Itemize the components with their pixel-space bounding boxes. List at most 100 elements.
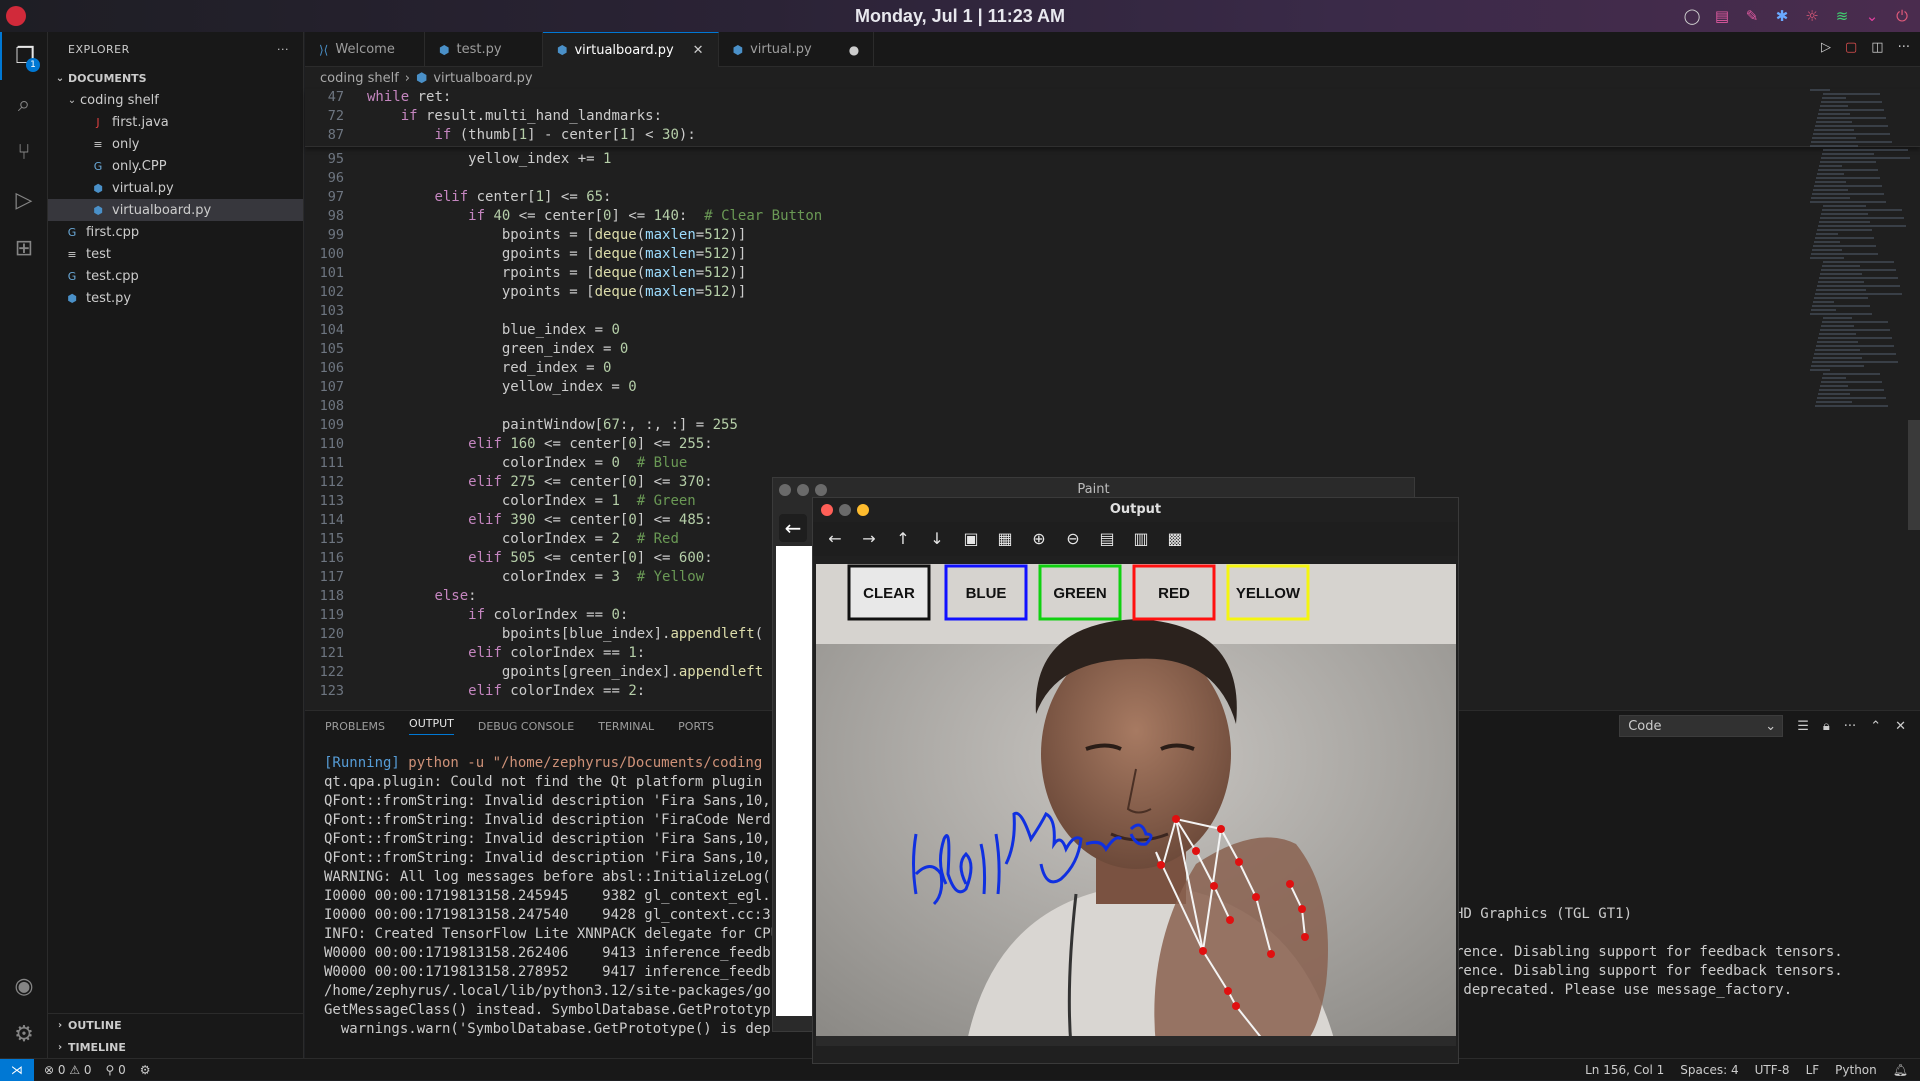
remote-icon[interactable]: ⋊ — [0, 1058, 34, 1081]
distro-logo-icon[interactable] — [6, 6, 26, 26]
source-control-icon[interactable]: ⑂ — [0, 128, 48, 176]
account-icon[interactable]: ◉ — [0, 962, 48, 1010]
bluetooth-icon[interactable]: ✱ — [1772, 6, 1792, 26]
tree-item[interactable]: Gtest.cpp — [48, 265, 303, 287]
problems-count[interactable]: ⊗ 0 ⚠ 0 — [44, 1063, 92, 1077]
code-line[interactable]: 100 gpoints = [deque(maxlen=512)] — [305, 246, 1920, 265]
code-line[interactable]: 87 if (thumb[1] - center[1] < 30): — [305, 127, 1920, 146]
wifi-icon[interactable]: ≋ — [1832, 6, 1852, 26]
more-actions-icon[interactable]: ··· — [1844, 719, 1856, 734]
cursor-position[interactable]: Ln 156, Col 1 — [1585, 1063, 1664, 1077]
arrow-left-icon[interactable]: ← — [823, 527, 847, 551]
code-line[interactable]: 97 elif center[1] <= 65: — [305, 189, 1920, 208]
output-titlebar[interactable]: Output — [813, 498, 1458, 522]
run-debug-icon[interactable]: ▷ — [0, 176, 48, 224]
code-line[interactable]: 98 if 40 <= center[0] <= 140: # Clear Bu… — [305, 208, 1920, 227]
code-line[interactable]: 104 blue_index = 0 — [305, 322, 1920, 341]
tree-item[interactable]: ≡ test — [48, 243, 303, 265]
folder-coding-shelf[interactable]: ⌄ coding shelf — [48, 89, 303, 111]
more-actions-icon[interactable]: ··· — [277, 43, 289, 56]
arrow-down-icon[interactable]: ↓ — [925, 527, 949, 551]
bug-icon[interactable]: ☼ — [1802, 6, 1822, 26]
code-line[interactable]: 103 — [305, 303, 1920, 322]
code-line[interactable]: 99 bpoints = [deque(maxlen=512)] — [305, 227, 1920, 246]
section-outline[interactable]: › OUTLINE — [48, 1014, 303, 1036]
tab-welcome[interactable]: ⟩⟨ Welcome — [305, 32, 425, 67]
maximize-window-icon[interactable] — [857, 504, 869, 516]
close-icon[interactable]: ✕ — [693, 43, 704, 58]
unsaved-dot-icon[interactable]: ● — [849, 43, 859, 57]
ports-count[interactable]: ⚲ 0 — [106, 1063, 126, 1077]
section-documents[interactable]: ⌄ DOCUMENTS — [48, 67, 303, 89]
maximize-window-icon[interactable] — [815, 484, 827, 496]
close-window-icon[interactable] — [779, 484, 791, 496]
minimize-window-icon[interactable] — [797, 484, 809, 496]
tab-debug-console[interactable]: DEBUG CONSOLE — [478, 720, 574, 733]
clipboard-icon[interactable]: ▥ — [1129, 527, 1153, 551]
output-channel-select[interactable]: Code ⌄ — [1619, 715, 1784, 737]
tree-item[interactable]: ≡ only — [48, 133, 303, 155]
zoom-in-icon[interactable]: ⊕ — [1027, 527, 1051, 551]
image-icon[interactable]: ▣ — [959, 527, 983, 551]
tab-output[interactable]: OUTPUT — [409, 717, 454, 735]
zoom-out-icon[interactable]: ⊖ — [1061, 527, 1085, 551]
indentation[interactable]: Spaces: 4 — [1680, 1063, 1738, 1077]
tab-terminal[interactable]: TERMINAL — [598, 720, 654, 733]
system-clock[interactable]: Monday, Jul 1 | 11:23 AM — [855, 6, 1065, 27]
sticky-scroll[interactable]: 47 while ret: 72 if result.multi_hand_land… — [305, 89, 1920, 147]
more-actions-icon[interactable]: ··· — [1898, 40, 1910, 55]
extensions-icon[interactable]: ⊞ — [0, 224, 48, 272]
tab-test-py[interactable]: ⬢ test.py — [425, 32, 543, 67]
code-line[interactable]: 108 — [305, 398, 1920, 417]
close-window-icon[interactable] — [821, 504, 833, 516]
section-timeline[interactable]: › TIMELINE — [48, 1036, 303, 1058]
gear-icon[interactable]: ⚙ — [0, 1010, 48, 1058]
image-settings-icon[interactable]: ▦ — [993, 527, 1017, 551]
code-line[interactable]: 72 if result.multi_hand_landmarks: — [305, 108, 1920, 127]
line-ending[interactable]: LF — [1806, 1063, 1820, 1077]
properties-icon[interactable]: ▩ — [1163, 527, 1187, 551]
language-mode[interactable]: Python — [1835, 1063, 1877, 1077]
camera-frame[interactable]: CLEAR BLUE GREEN RED YELLOW — [816, 564, 1456, 1046]
whatsapp-icon[interactable]: ◯ — [1682, 6, 1702, 26]
save-icon[interactable]: ▤ — [1095, 527, 1119, 551]
filter-icon[interactable]: ☰ — [1797, 719, 1809, 734]
split-editor-icon[interactable]: ◫ — [1871, 40, 1883, 55]
code-line[interactable]: 102 ypoints = [deque(maxlen=512)] — [305, 284, 1920, 303]
code-line[interactable]: 96 — [305, 170, 1920, 189]
paint-canvas[interactable] — [776, 546, 812, 1016]
encoding[interactable]: UTF-8 — [1755, 1063, 1790, 1077]
tab-virtual-py[interactable]: ⬢ virtual.py ● — [719, 32, 875, 67]
explorer-icon[interactable]: ❐ 1 — [0, 32, 48, 80]
code-line[interactable]: 106 red_index = 0 — [305, 360, 1920, 379]
tab-virtualboard-py[interactable]: ⬢ virtualboard.py ✕ — [543, 32, 719, 67]
back-arrow-icon[interactable]: ← — [779, 514, 807, 542]
close-icon[interactable]: ✕ — [1895, 719, 1906, 734]
code-line[interactable]: 95 yellow_index += 1 — [305, 151, 1920, 170]
tree-item[interactable]: Jfirst.java — [48, 111, 303, 133]
minimize-window-icon[interactable] — [839, 504, 851, 516]
paint-icon[interactable]: ✎ — [1742, 6, 1762, 26]
code-line[interactable]: 101 rpoints = [deque(maxlen=512)] — [305, 265, 1920, 284]
run-icon[interactable]: ▷ — [1821, 40, 1831, 55]
tree-item[interactable]: ⬢ test.py — [48, 287, 303, 309]
code-line[interactable]: 111 colorIndex = 0 # Blue — [305, 455, 1920, 474]
code-line[interactable]: 47 while ret: — [305, 89, 1920, 108]
tree-item[interactable]: Gonly.CPP — [48, 155, 303, 177]
code-line[interactable]: 107 yellow_index = 0 — [305, 379, 1920, 398]
minimap[interactable] — [1810, 89, 1910, 429]
calendar-icon[interactable]: ▤ — [1712, 6, 1732, 26]
code-line[interactable]: 109 paintWindow[67:, :, :] = 255 — [305, 417, 1920, 436]
tree-item[interactable]: Gfirst.cpp — [48, 221, 303, 243]
tab-problems[interactable]: PROBLEMS — [325, 720, 385, 733]
search-icon[interactable]: ⌕ — [0, 80, 48, 128]
bell-icon[interactable]: 🔔︎ — [1893, 1063, 1908, 1077]
breadcrumb-folder[interactable]: coding shelf — [320, 71, 399, 86]
tree-item[interactable]: ⬢ virtual.py — [48, 177, 303, 199]
lock-icon[interactable]: 🔒︎ — [1823, 719, 1830, 734]
code-line[interactable]: 105 green_index = 0 — [305, 341, 1920, 360]
editor-scrollbar[interactable] — [1908, 420, 1920, 530]
debug-icon[interactable]: ⚙︎ — [140, 1063, 151, 1077]
power-icon[interactable]: ⏻ — [1892, 6, 1912, 26]
code-line[interactable]: 110 elif 160 <= center[0] <= 255: — [305, 436, 1920, 455]
